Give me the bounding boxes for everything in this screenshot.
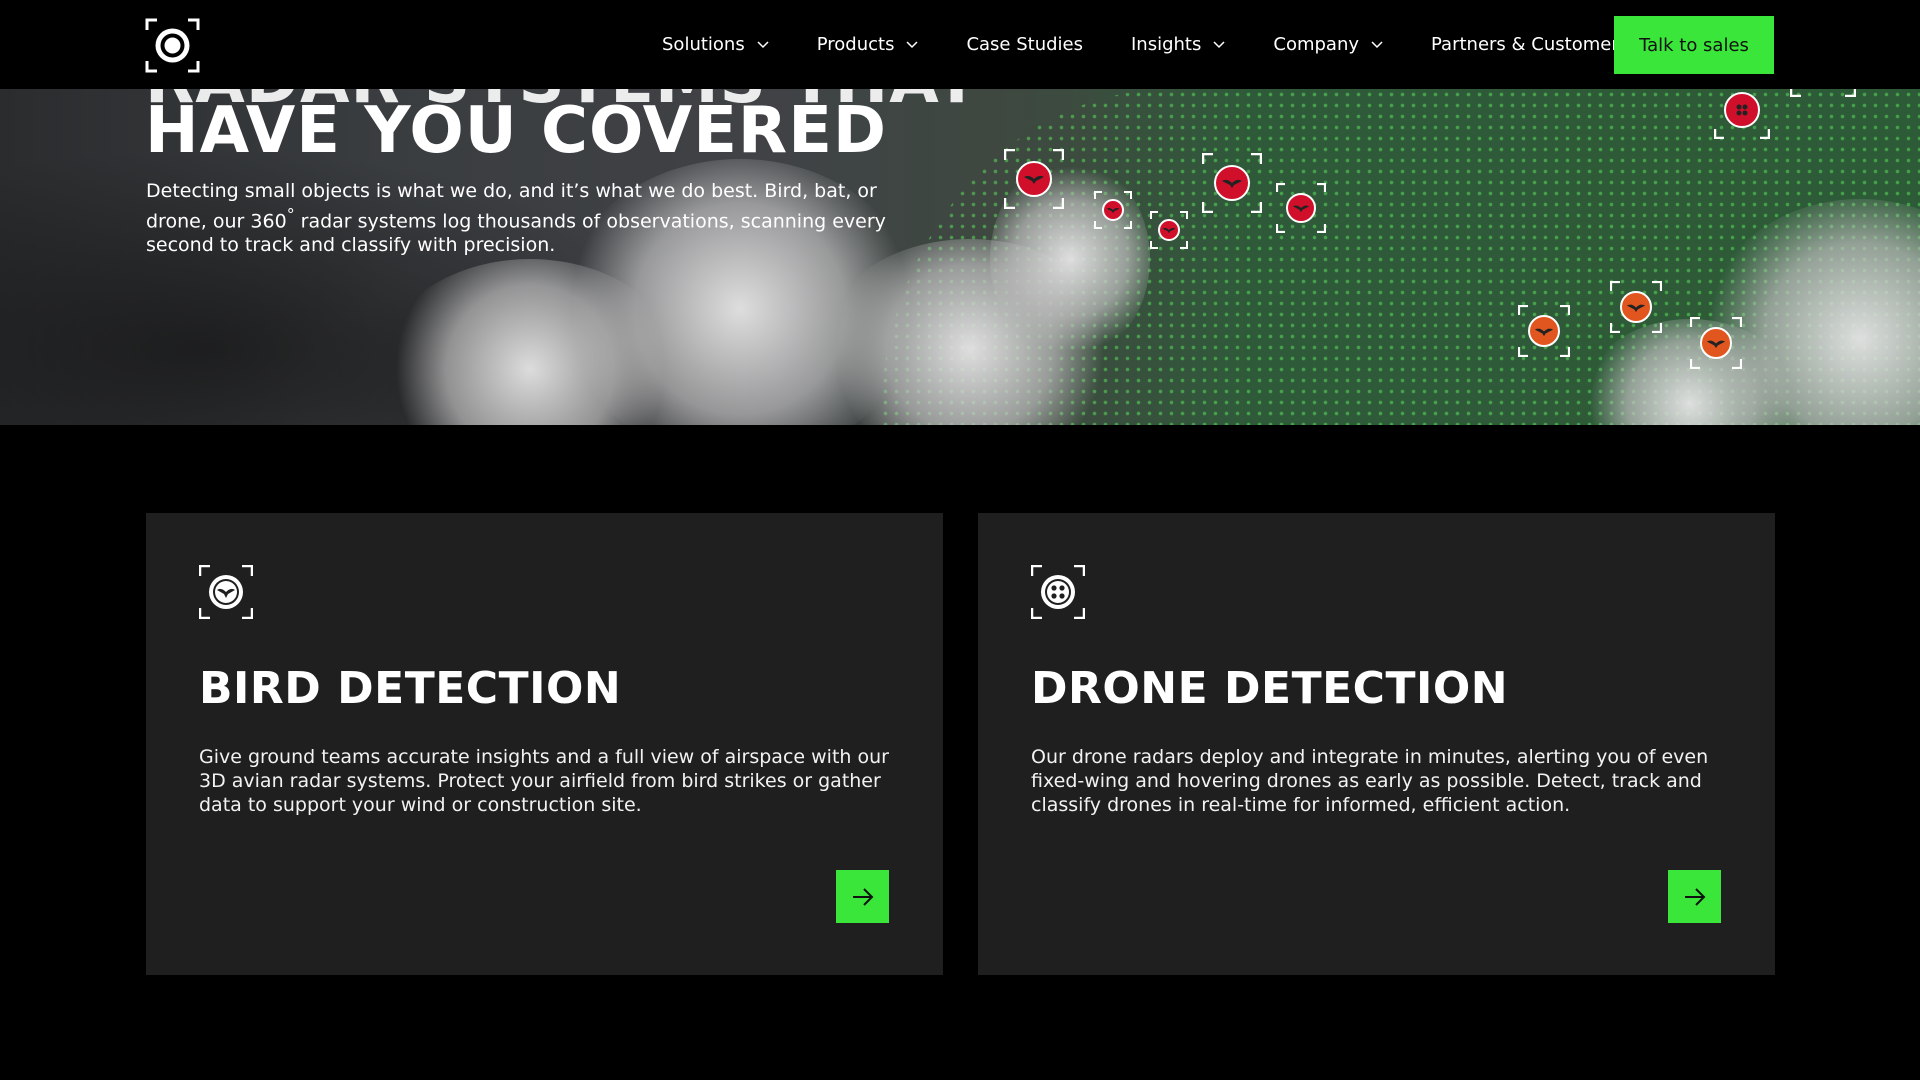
chevron-down-icon [906,40,918,48]
bird-target-marker [1202,153,1262,213]
bird-detection-card[interactable]: BIRD DETECTION Give ground teams accurat… [146,513,943,975]
nav-item-label: Company [1273,34,1360,55]
hero-title: HAVE YOU COVERED [145,94,888,168]
card-title: DRONE DETECTION [1031,663,1509,714]
arrow-right-icon [852,887,873,906]
drone-detection-arrow-button[interactable] [1668,870,1721,923]
card-title: BIRD DETECTION [199,663,622,714]
nav-links: Solutions Products Case Studies Insights… [662,0,1676,89]
nav-item-label: Case Studies [966,34,1083,55]
nav-item-label: Products [816,34,895,55]
nav-item-insights[interactable]: Insights [1131,34,1225,55]
nav-item-products[interactable]: Products [817,34,919,55]
nav-item-solutions[interactable]: Solutions [662,34,769,55]
chevron-down-icon [1213,40,1225,48]
nav-item-partners-customers[interactable]: Partners & Customers [1431,34,1628,55]
card-description: Our drone radars deploy and integrate in… [1031,746,1709,816]
top-navigation: Solutions Products Case Studies Insights… [0,0,1920,89]
chevron-down-icon [757,40,769,48]
bird-target-marker [1690,317,1742,369]
bird-target-icon [199,565,253,619]
hero-banner: RADAR SYSTEMS THAT HAVE YOU COVERED Dete… [0,89,1920,425]
nav-item-company[interactable]: Company [1273,34,1383,55]
bird-target-marker [1150,211,1188,249]
bird-target-marker [1610,281,1662,333]
bird-target-marker [1004,149,1064,209]
frame-bracket [1790,89,1856,97]
drone-target-marker [1714,89,1770,139]
bird-detection-arrow-button[interactable] [836,870,889,923]
nav-item-case-studies[interactable]: Case Studies [966,34,1083,55]
nav-item-label: Insights [1131,34,1202,55]
hero-description: Detecting small objects is what we do, a… [146,180,886,257]
chevron-down-icon [1371,40,1383,48]
bird-target-marker [1094,191,1132,229]
bird-target-marker [1276,183,1326,233]
talk-to-sales-button[interactable]: Talk to sales [1614,16,1774,74]
bird-target-marker [1518,305,1570,357]
card-description: Give ground teams accurate insights and … [199,746,889,816]
drone-target-icon [1031,565,1085,619]
drone-detection-card[interactable]: DRONE DETECTION Our drone radars deploy … [978,513,1775,975]
radar-logo-icon[interactable] [145,18,200,73]
arrow-right-icon [1684,887,1705,906]
nav-item-label: Solutions [662,34,745,55]
nav-item-label: Partners & Customers [1431,34,1629,55]
